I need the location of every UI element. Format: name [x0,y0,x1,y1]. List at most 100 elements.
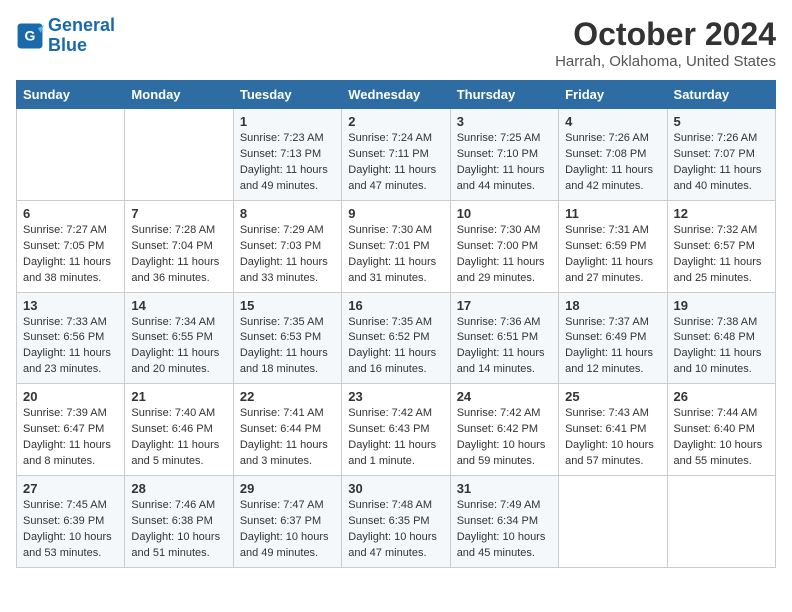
day-number: 13 [23,298,118,313]
calendar-cell: 3Sunrise: 7:25 AM Sunset: 7:10 PM Daylig… [450,109,558,201]
title-block: October 2024 Harrah, Oklahoma, United St… [555,16,776,70]
page-title: October 2024 [555,16,776,53]
day-info: Sunrise: 7:25 AM Sunset: 7:10 PM Dayligh… [457,131,552,195]
logo-icon: G [16,22,44,50]
day-info: Sunrise: 7:42 AM Sunset: 6:42 PM Dayligh… [457,406,552,470]
calendar-cell: 28Sunrise: 7:46 AM Sunset: 6:38 PM Dayli… [125,476,233,568]
day-number: 4 [565,114,660,129]
day-number: 14 [131,298,226,313]
calendar-table: Sunday Monday Tuesday Wednesday Thursday… [16,80,776,568]
calendar-header-row: Sunday Monday Tuesday Wednesday Thursday… [17,81,776,109]
day-number: 15 [240,298,335,313]
day-info: Sunrise: 7:45 AM Sunset: 6:39 PM Dayligh… [23,498,118,562]
calendar-cell: 4 Sunrise: 7:26 AM Sunset: 7:08 PM Daylig… [559,109,667,201]
day-number: 21 [131,389,226,404]
day-info: Sunrise: 7:35 AM Sunset: 6:52 PM Dayligh… [348,315,443,379]
calendar-cell: 31 Sunrise: 7:49 AM Sunset: 6:34 PM Dayli… [450,476,558,568]
calendar-cell: 17 Sunrise: 7:36 AM Sunset: 6:51 PM Dayli… [450,292,558,384]
day-number: 29 [240,481,335,496]
day-number: 10 [457,206,552,221]
day-info: Sunrise: 7:42 AM Sunset: 6:43 PM Dayligh… [348,406,443,470]
calendar-cell: 8Sunrise: 7:29 AM Sunset: 7:03 PM Daylig… [233,200,341,292]
calendar-week-2: 6Sunrise: 7:27 AM Sunset: 7:05 PM Daylig… [17,200,776,292]
day-number: 26 [674,389,769,404]
logo-text-line2: Blue [48,36,115,56]
page-subtitle: Harrah, Oklahoma, United States [555,53,776,70]
day-info: Sunrise: 7:47 AM Sunset: 6:37 PM Dayligh… [240,498,335,562]
day-number: 23 [348,389,443,404]
header-saturday: Saturday [667,81,775,109]
day-number: 12 [674,206,769,221]
calendar-cell: 1 Sunrise: 7:23 AM Sunset: 7:13 PM Daylig… [233,109,341,201]
day-number: 1 [240,114,335,129]
header-friday: Friday [559,81,667,109]
day-number: 30 [348,481,443,496]
calendar-cell: 19 Sunrise: 7:38 AM Sunset: 6:48 PM Dayli… [667,292,775,384]
day-info: Sunrise: 7:35 AM Sunset: 6:53 PM Dayligh… [240,315,335,379]
day-number: 5 [674,114,769,129]
day-number: 18 [565,298,660,313]
day-number: 16 [348,298,443,313]
calendar-cell: 25Sunrise: 7:43 AM Sunset: 6:41 PM Dayli… [559,384,667,476]
header-thursday: Thursday [450,81,558,109]
calendar-cell: 7 Sunrise: 7:28 AM Sunset: 7:04 PM Daylig… [125,200,233,292]
day-number: 6 [23,206,118,221]
day-info: Sunrise: 7:28 AM Sunset: 7:04 PM Dayligh… [131,223,226,287]
day-number: 28 [131,481,226,496]
day-info: Sunrise: 7:32 AM Sunset: 6:57 PM Dayligh… [674,223,769,287]
calendar-week-4: 20Sunrise: 7:39 AM Sunset: 6:47 PM Dayli… [17,384,776,476]
logo-text-line1: General [48,16,115,36]
day-info: Sunrise: 7:43 AM Sunset: 6:41 PM Dayligh… [565,406,660,470]
day-info: Sunrise: 7:34 AM Sunset: 6:55 PM Dayligh… [131,315,226,379]
calendar-cell [125,109,233,201]
day-number: 31 [457,481,552,496]
day-info: Sunrise: 7:48 AM Sunset: 6:35 PM Dayligh… [348,498,443,562]
day-number: 17 [457,298,552,313]
day-info: Sunrise: 7:36 AM Sunset: 6:51 PM Dayligh… [457,315,552,379]
calendar-cell: 20Sunrise: 7:39 AM Sunset: 6:47 PM Dayli… [17,384,125,476]
day-number: 27 [23,481,118,496]
calendar-cell [559,476,667,568]
day-number: 19 [674,298,769,313]
day-info: Sunrise: 7:49 AM Sunset: 6:34 PM Dayligh… [457,498,552,562]
day-info: Sunrise: 7:39 AM Sunset: 6:47 PM Dayligh… [23,406,118,470]
day-info: Sunrise: 7:31 AM Sunset: 6:59 PM Dayligh… [565,223,660,287]
day-info: Sunrise: 7:40 AM Sunset: 6:46 PM Dayligh… [131,406,226,470]
header-wednesday: Wednesday [342,81,450,109]
day-info: Sunrise: 7:30 AM Sunset: 7:00 PM Dayligh… [457,223,552,287]
day-number: 7 [131,206,226,221]
calendar-cell: 21 Sunrise: 7:40 AM Sunset: 6:46 PM Dayli… [125,384,233,476]
calendar-cell: 29 Sunrise: 7:47 AM Sunset: 6:37 PM Dayli… [233,476,341,568]
svg-text:G: G [25,27,36,43]
calendar-cell: 14 Sunrise: 7:34 AM Sunset: 6:55 PM Dayli… [125,292,233,384]
day-number: 24 [457,389,552,404]
calendar-cell: 6Sunrise: 7:27 AM Sunset: 7:05 PM Daylig… [17,200,125,292]
day-info: Sunrise: 7:38 AM Sunset: 6:48 PM Dayligh… [674,315,769,379]
calendar-cell: 30 Sunrise: 7:48 AM Sunset: 6:35 PM Dayli… [342,476,450,568]
day-info: Sunrise: 7:23 AM Sunset: 7:13 PM Dayligh… [240,131,335,195]
day-info: Sunrise: 7:26 AM Sunset: 7:07 PM Dayligh… [674,131,769,195]
day-info: Sunrise: 7:37 AM Sunset: 6:49 PM Dayligh… [565,315,660,379]
day-number: 8 [240,206,335,221]
calendar-cell: 24 Sunrise: 7:42 AM Sunset: 6:42 PM Dayli… [450,384,558,476]
day-number: 11 [565,206,660,221]
calendar-cell: 12 Sunrise: 7:32 AM Sunset: 6:57 PM Dayli… [667,200,775,292]
calendar-cell: 2Sunrise: 7:24 AM Sunset: 7:11 PM Daylig… [342,109,450,201]
calendar-cell: 22Sunrise: 7:41 AM Sunset: 6:44 PM Dayli… [233,384,341,476]
calendar-cell [667,476,775,568]
calendar-cell: 10 Sunrise: 7:30 AM Sunset: 7:00 PM Dayli… [450,200,558,292]
calendar-week-1: 1 Sunrise: 7:23 AM Sunset: 7:13 PM Daylig… [17,109,776,201]
day-info: Sunrise: 7:33 AM Sunset: 6:56 PM Dayligh… [23,315,118,379]
calendar-cell: 15 Sunrise: 7:35 AM Sunset: 6:53 PM Dayli… [233,292,341,384]
header-tuesday: Tuesday [233,81,341,109]
calendar-cell: 13 Sunrise: 7:33 AM Sunset: 6:56 PM Dayli… [17,292,125,384]
day-info: Sunrise: 7:26 AM Sunset: 7:08 PM Dayligh… [565,131,660,195]
day-info: Sunrise: 7:30 AM Sunset: 7:01 PM Dayligh… [348,223,443,287]
logo: G General Blue [16,16,115,56]
calendar-cell: 16 Sunrise: 7:35 AM Sunset: 6:52 PM Dayli… [342,292,450,384]
calendar-week-3: 13 Sunrise: 7:33 AM Sunset: 6:56 PM Dayli… [17,292,776,384]
calendar-week-5: 27 Sunrise: 7:45 AM Sunset: 6:39 PM Dayli… [17,476,776,568]
calendar-cell: 11 Sunrise: 7:31 AM Sunset: 6:59 PM Dayli… [559,200,667,292]
calendar-cell: 27 Sunrise: 7:45 AM Sunset: 6:39 PM Dayli… [17,476,125,568]
day-number: 22 [240,389,335,404]
